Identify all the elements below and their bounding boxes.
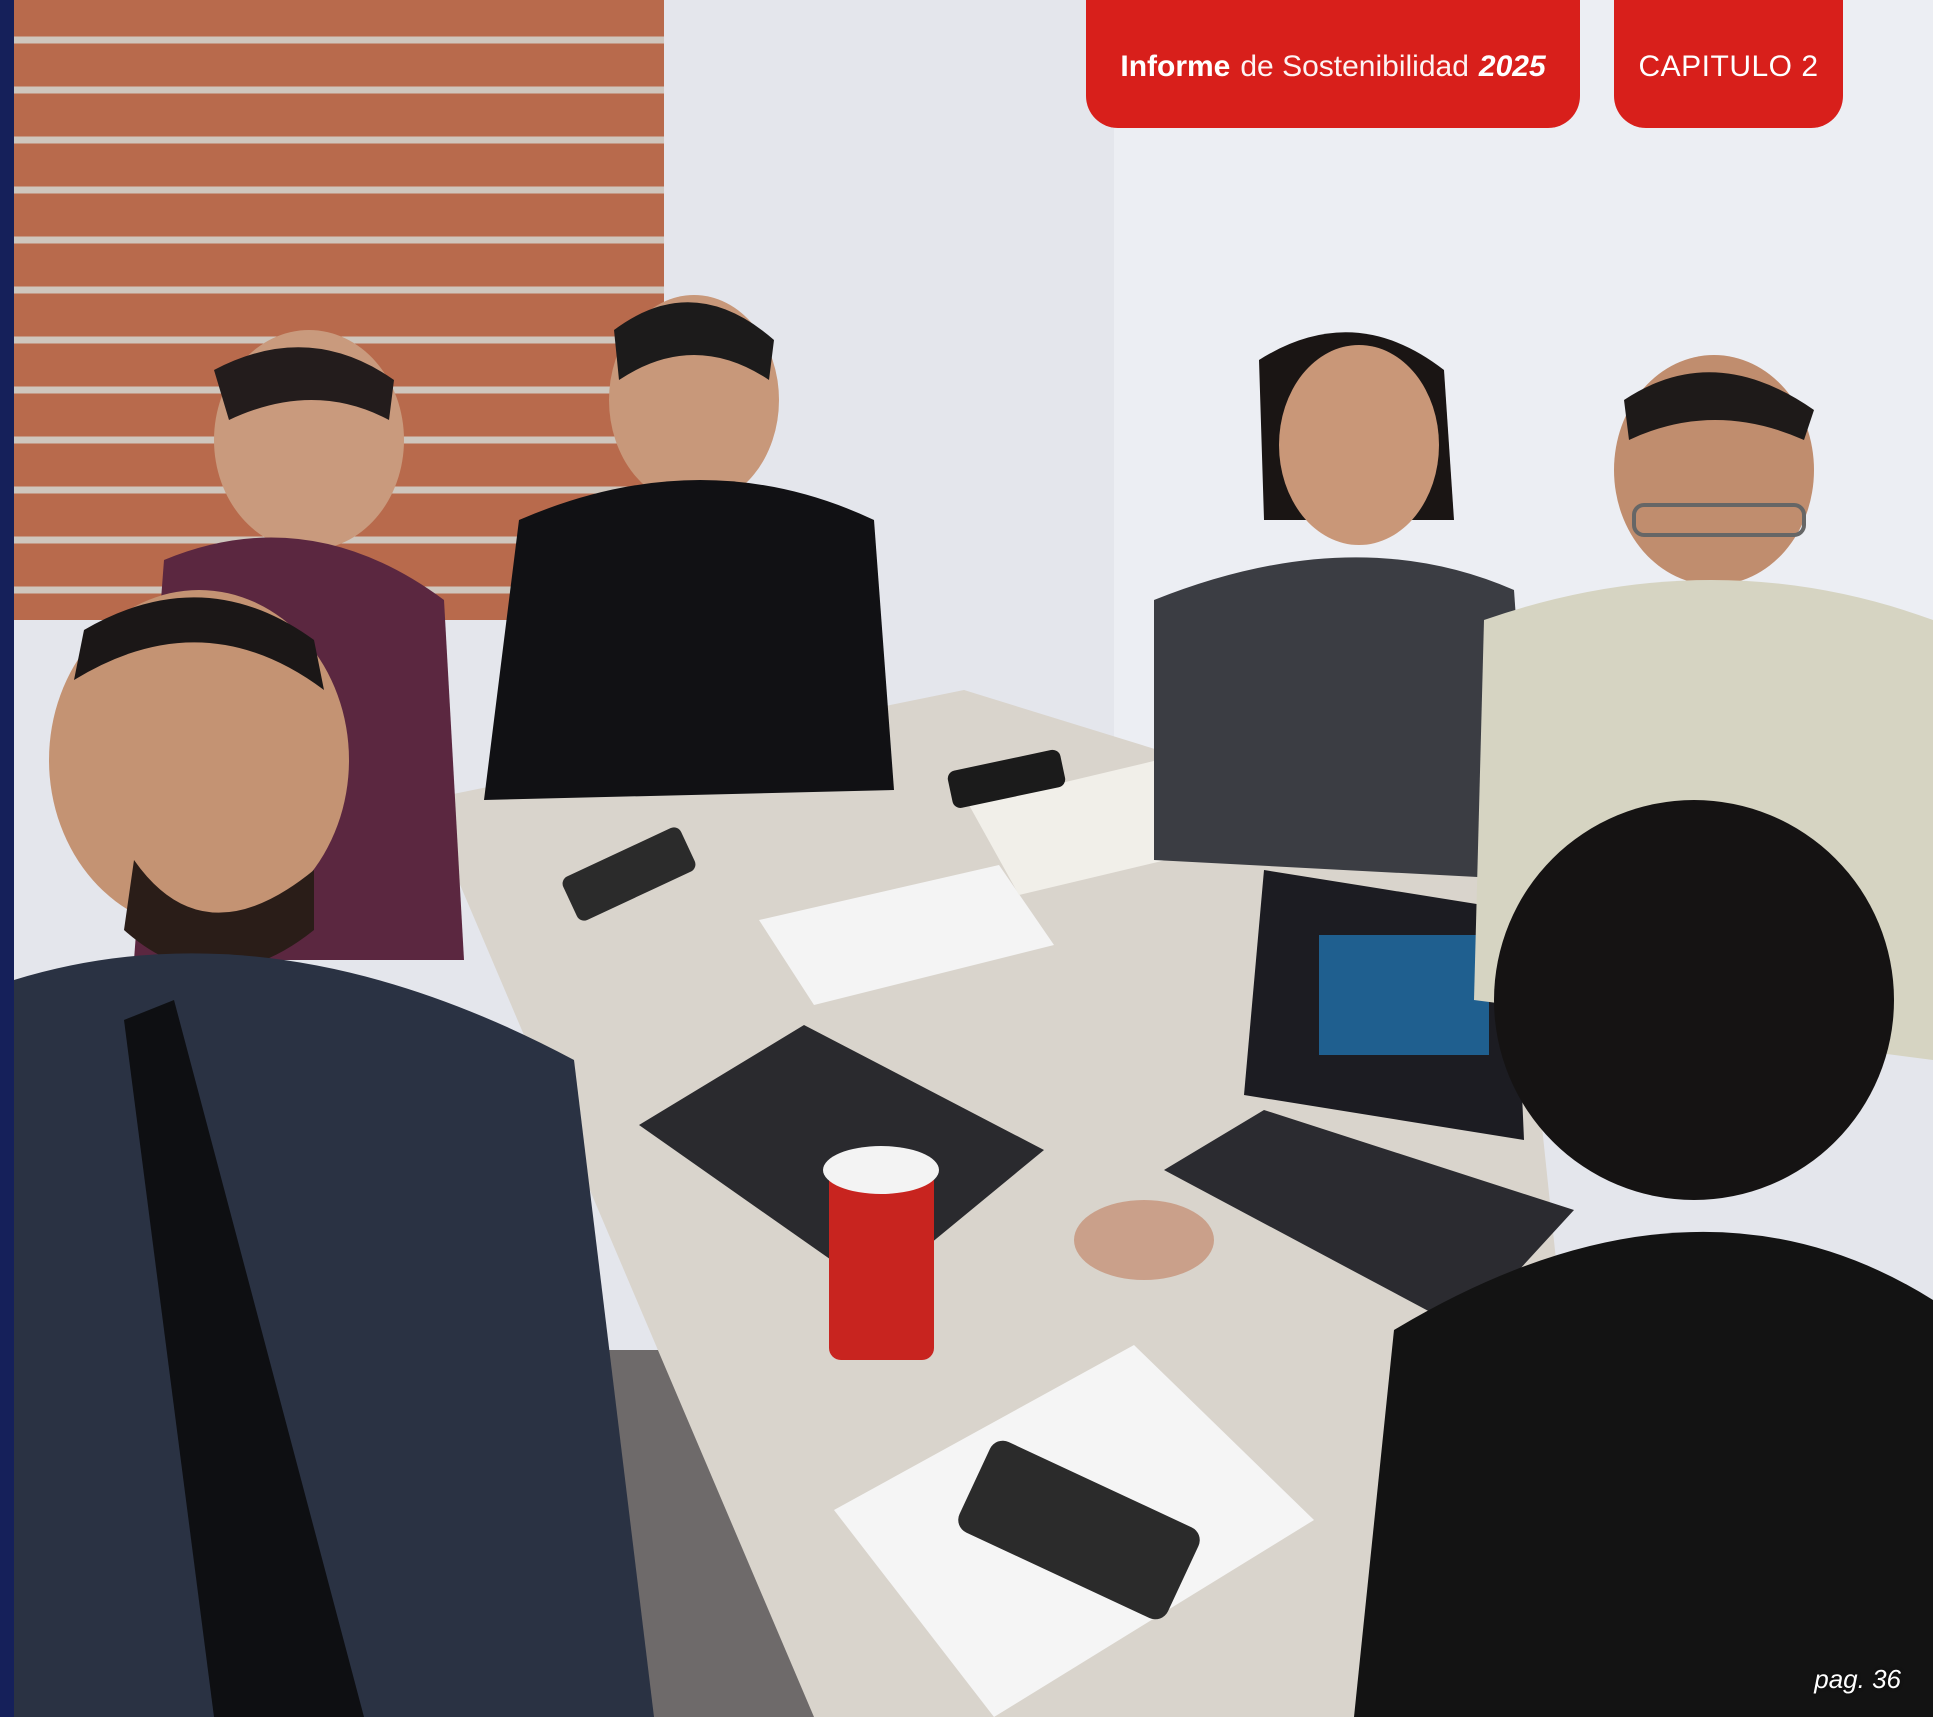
report-title-year: 2025: [1478, 50, 1546, 83]
left-navy-band: [0, 0, 14, 1717]
chapter-label: CAPITULO 2: [1638, 50, 1819, 83]
chapter-tab: CAPITULO 2: [1614, 0, 1843, 128]
page-number: pag. 36: [1814, 1664, 1901, 1694]
report-title-word-informe: Informe: [1120, 50, 1231, 83]
report-title-tab: Informe de Sostenibilidad 2025: [1086, 0, 1580, 128]
report-page: Informe de Sostenibilidad 2025 CAPITULO …: [0, 0, 1933, 1717]
meeting-photo-illustration: [14, 0, 1933, 1717]
meeting-photo: [14, 0, 1933, 1717]
red-cup: [829, 1170, 934, 1360]
report-title-word-sostenibilidad: de Sostenibilidad: [1240, 50, 1469, 83]
